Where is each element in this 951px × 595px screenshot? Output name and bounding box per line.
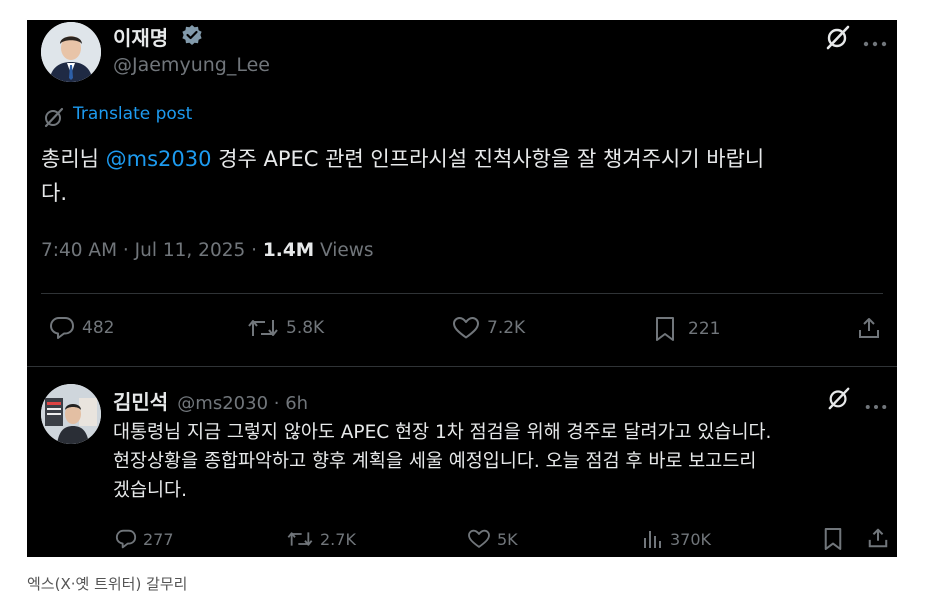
post-text-line-2: 다. (41, 181, 67, 205)
share-icon (859, 318, 879, 338)
reply-text-line-3: 겠습니다. (113, 480, 187, 501)
reply-repost-button[interactable]: 2.7K (286, 529, 356, 549)
verified-badge-icon (181, 24, 203, 50)
more-options-icon[interactable] (863, 32, 887, 51)
views-label: Views (314, 240, 374, 261)
post-timestamp[interactable]: 7:40 AM · Jul 11, 2025 · (41, 240, 263, 261)
reply-icon (50, 317, 74, 339)
reply-text: 대통령님 지금 그렇지 않아도 APEC 현장 1차 점검을 위해 경주로 달려… (113, 418, 893, 505)
bookmark-icon (656, 317, 674, 341)
reply-time[interactable]: · 6h (268, 393, 308, 414)
reply-icon (115, 529, 137, 549)
grok-icon[interactable] (825, 24, 851, 54)
repost-count: 5.8K (286, 318, 325, 338)
reply-more-options-icon[interactable] (865, 395, 887, 414)
reply-repost-count: 2.7K (320, 529, 356, 549)
reply-author-handle[interactable]: @ms2030 (177, 393, 268, 414)
bookmark-icon (824, 528, 842, 550)
post-text-line-1: 총리님 @ms2030 경주 APEC 관련 인프라시설 진척사항을 잘 챙겨주… (41, 142, 891, 176)
share-icon (868, 528, 888, 548)
translate-post-link[interactable]: Translate post (73, 104, 192, 124)
reply-author-avatar[interactable] (41, 384, 101, 444)
reply-views-button[interactable]: 370K (642, 529, 711, 549)
author-handle[interactable]: @Jaemyung_Lee (113, 54, 270, 76)
author-avatar[interactable] (41, 22, 101, 82)
repost-button[interactable]: 5.8K (247, 316, 324, 340)
heart-icon (453, 317, 479, 339)
reply-like-count: 5K (497, 529, 518, 549)
post-text-rest: 경주 APEC 관련 인프라시설 진척사항을 잘 챙겨주시기 바랍니 (211, 147, 765, 171)
bookmark-count: 221 (688, 319, 721, 339)
repost-icon (248, 320, 278, 336)
reply-count: 482 (82, 318, 115, 338)
share-button[interactable] (857, 316, 881, 340)
meta-divider (41, 293, 883, 294)
views-count: 1.4M (262, 240, 315, 261)
mention-link[interactable]: @ms2030 (106, 147, 212, 171)
reply-text-line-2: 현장상황을 종합파악하고 향후 계획을 세울 예정입니다. 오늘 점검 후 바로… (113, 451, 757, 472)
reply-text-line-1: 대통령님 지금 그렇지 않아도 APEC 현장 1차 점검을 위해 경주로 달려… (113, 422, 772, 443)
reply-grok-icon[interactable] (827, 386, 851, 414)
reply-reply-button[interactable]: 277 (115, 529, 174, 549)
reply-like-button[interactable]: 5K (467, 529, 518, 549)
reply-views-count: 370K (670, 529, 712, 549)
analytics-icon (644, 531, 661, 548)
reply-header: 김민석 @ms2030 · 6h (113, 386, 308, 415)
like-count: 7.2K (487, 318, 526, 338)
reply-reply-count: 277 (143, 529, 174, 549)
post-text: 총리님 @ms2030 경주 APEC 관련 인프라시설 진척사항을 잘 챙겨주… (41, 142, 891, 210)
tweet-screenshot: 이재명 @Jaemyung_Lee Translate post 총리님 @ms… (27, 20, 897, 557)
bookmark-button[interactable]: 221 (654, 316, 720, 342)
heart-icon (468, 529, 490, 548)
post-text-start: 총리님 (41, 147, 106, 171)
author-name[interactable]: 이재명 (113, 22, 168, 51)
image-caption: 엑스(X·옛 트위터) 갈무리 (27, 575, 188, 593)
like-button[interactable]: 7.2K (452, 316, 525, 340)
reply-share-button[interactable] (867, 527, 889, 549)
reply-author-name[interactable]: 김민석 (113, 390, 168, 414)
repost-icon (287, 532, 313, 546)
actions-divider (27, 366, 897, 367)
post-meta: 7:40 AM · Jul 11, 2025 · 1.4M Views (41, 240, 374, 261)
translate-icon (43, 106, 65, 132)
reply-bookmark-button[interactable] (823, 527, 843, 551)
reply-button[interactable]: 482 (49, 316, 114, 340)
